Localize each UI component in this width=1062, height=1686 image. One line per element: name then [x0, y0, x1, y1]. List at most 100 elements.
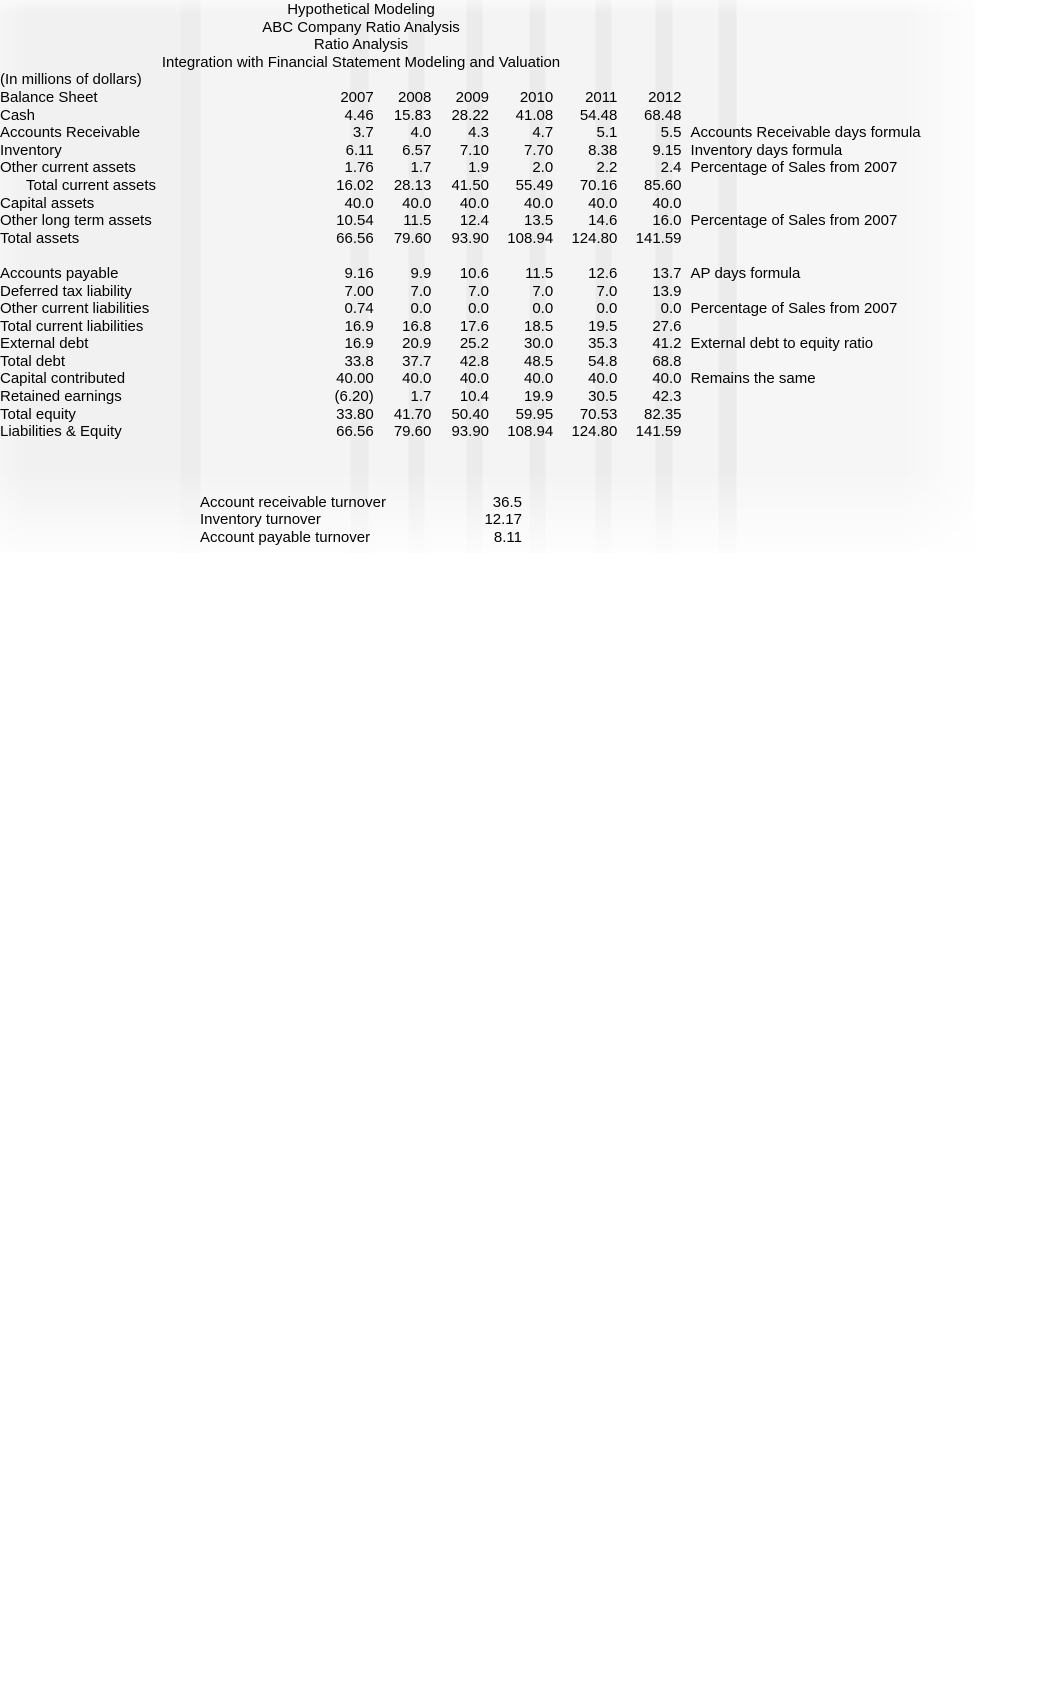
row-note: Percentage of Sales from 2007 [690, 300, 898, 318]
cell-2012: 27.6 [652, 317, 682, 335]
cell-2008: 37.7 [402, 352, 432, 370]
cell-2009: 7.10 [459, 141, 490, 159]
cell-2012: 40.0 [652, 194, 682, 212]
cell-2011: 40.0 [588, 370, 618, 388]
row-spacer [210, 107, 320, 125]
cell-2010: 108.94 [507, 229, 554, 247]
cell-2011: 35.3 [588, 335, 618, 353]
cell-2011: 5.1 [596, 124, 618, 142]
row-label: Cash [0, 106, 36, 124]
row-note: Inventory days formula [690, 141, 843, 159]
cell-2008: 9.9 [410, 264, 432, 282]
cell-2008: 79.60 [393, 229, 432, 247]
cell-2012: 13.7 [652, 264, 682, 282]
cell-2007: 66.56 [336, 229, 374, 247]
row-label: Capital assets [0, 194, 95, 212]
cell-2009: 40.0 [459, 370, 490, 388]
turnover-ratios-body: Account receivable turnover 36.5 Inventory… [200, 441, 522, 547]
cell-2012: 141.59 [635, 229, 682, 247]
cell-2009: 17.6 [459, 317, 490, 335]
balance-sheet-body: Cash 4.46 15.83 28.22 41.08 54.48 68.48 Account… [0, 107, 975, 441]
turnover-label: Inventory turnover [200, 511, 321, 529]
cell-2009: 93.90 [451, 229, 490, 247]
row-spacer [210, 423, 320, 441]
cell-2010: 55.49 [515, 176, 554, 194]
row-note [687, 388, 975, 406]
row-note [687, 107, 975, 125]
spacer-cell [200, 476, 412, 494]
cell-2012: 2.4 [660, 159, 682, 177]
cell-2008: 20.9 [402, 335, 432, 353]
cell-2008: 1.7 [410, 388, 432, 406]
row-spacer [210, 177, 320, 195]
row-note [687, 318, 975, 336]
table-row: Retained earnings (6.20) 1.7 10.4 19.9 30.5 42… [0, 388, 975, 406]
balance-sheet-table: Balance Sheet 2007 2008 2009 2010 2011 2… [0, 89, 975, 441]
cell-2011: 2.2 [596, 159, 618, 177]
cell-2009: 42.8 [459, 352, 490, 370]
row-label: Other current liabilities [0, 300, 150, 318]
column-header-2008: 2008 [397, 88, 432, 106]
cell-2007: 10.54 [336, 212, 374, 230]
cell-2007: 16.9 [344, 335, 374, 353]
document-title-3: Ratio Analysis [313, 36, 409, 54]
cell-2010 [494, 247, 558, 265]
table-row: Inventory 6.11 6.57 7.10 7.70 8.38 9.15 Invento… [0, 142, 975, 160]
cell-2012: 82.35 [643, 405, 682, 423]
table-row: Capital contributed 40.00 40.0 40.0 40.0 40.0… [0, 370, 975, 388]
row-spacer [210, 353, 320, 371]
cell-2010: 59.95 [515, 405, 554, 423]
units-note-table: (In millions of dollars) [0, 71, 200, 89]
row-note: External debt to equity ratio [690, 335, 874, 353]
turnover-label: Account payable turnover [200, 528, 371, 546]
cell-2008: 15.83 [393, 106, 432, 124]
cell-2009: 40.0 [459, 194, 490, 212]
cell-2011: 70.16 [579, 176, 618, 194]
row-label: Accounts payable [0, 264, 119, 282]
cell-2009: 93.90 [451, 423, 490, 441]
row-note: AP days formula [690, 264, 801, 282]
table-row: Other current assets 1.76 1.7 1.9 2.0 2.2 2.4 P… [0, 159, 975, 177]
row-label: Inventory [0, 141, 62, 159]
cell-2011: 8.38 [588, 141, 618, 159]
cell-2007: 66.56 [336, 423, 374, 441]
table-row: Other current liabilities 0.74 0.0 0.0 0.0 0.… [0, 300, 975, 318]
cell-2009: 41.50 [451, 176, 490, 194]
row-label: Other long term assets [0, 212, 152, 230]
document-title-1: Hypothetical Modeling [287, 1, 435, 18]
cell-2008: 0.0 [410, 300, 432, 318]
cell-2008: 40.0 [402, 194, 432, 212]
row-note [687, 283, 975, 301]
note-column-header [687, 89, 975, 107]
row-spacer [210, 195, 320, 213]
cell-2007 [321, 247, 379, 265]
cell-2009 [436, 247, 494, 265]
cell-2010: 40.0 [523, 370, 554, 388]
row-label: Retained earnings [0, 388, 122, 406]
row-note: Percentage of Sales from 2007 [690, 212, 898, 230]
row-note: Percentage of Sales from 2007 [690, 159, 898, 177]
column-header-2011: 2011 [585, 88, 618, 106]
row-spacer [210, 247, 320, 265]
row-spacer [210, 318, 320, 336]
table-header-row: Balance Sheet 2007 2008 2009 2010 2011 2… [0, 89, 975, 107]
row-spacer [210, 124, 320, 142]
cell-2009: 25.2 [459, 335, 490, 353]
cell-2007: (6.20) [334, 388, 374, 406]
cell-2007: 1.76 [344, 159, 374, 177]
cell-2008: 7.0 [410, 282, 432, 300]
table-row: Total current liabilities 16.9 16.8 17.6 18.… [0, 318, 975, 336]
cell-2011: 19.5 [588, 317, 618, 335]
column-header-2009: 2009 [455, 88, 490, 106]
cell-2009: 12.4 [459, 212, 490, 230]
cell-2011: 54.48 [579, 106, 618, 124]
row-spacer [210, 283, 320, 301]
cell-2010: 13.5 [523, 212, 554, 230]
cell-2011: 54.8 [588, 352, 618, 370]
cell-2012: 41.2 [652, 335, 682, 353]
row-label: Total equity [0, 405, 76, 423]
cell-2009: 50.40 [451, 405, 490, 423]
row-note [687, 353, 975, 371]
cell-2010: 2.0 [532, 159, 554, 177]
cell-2011: 70.53 [579, 405, 618, 423]
